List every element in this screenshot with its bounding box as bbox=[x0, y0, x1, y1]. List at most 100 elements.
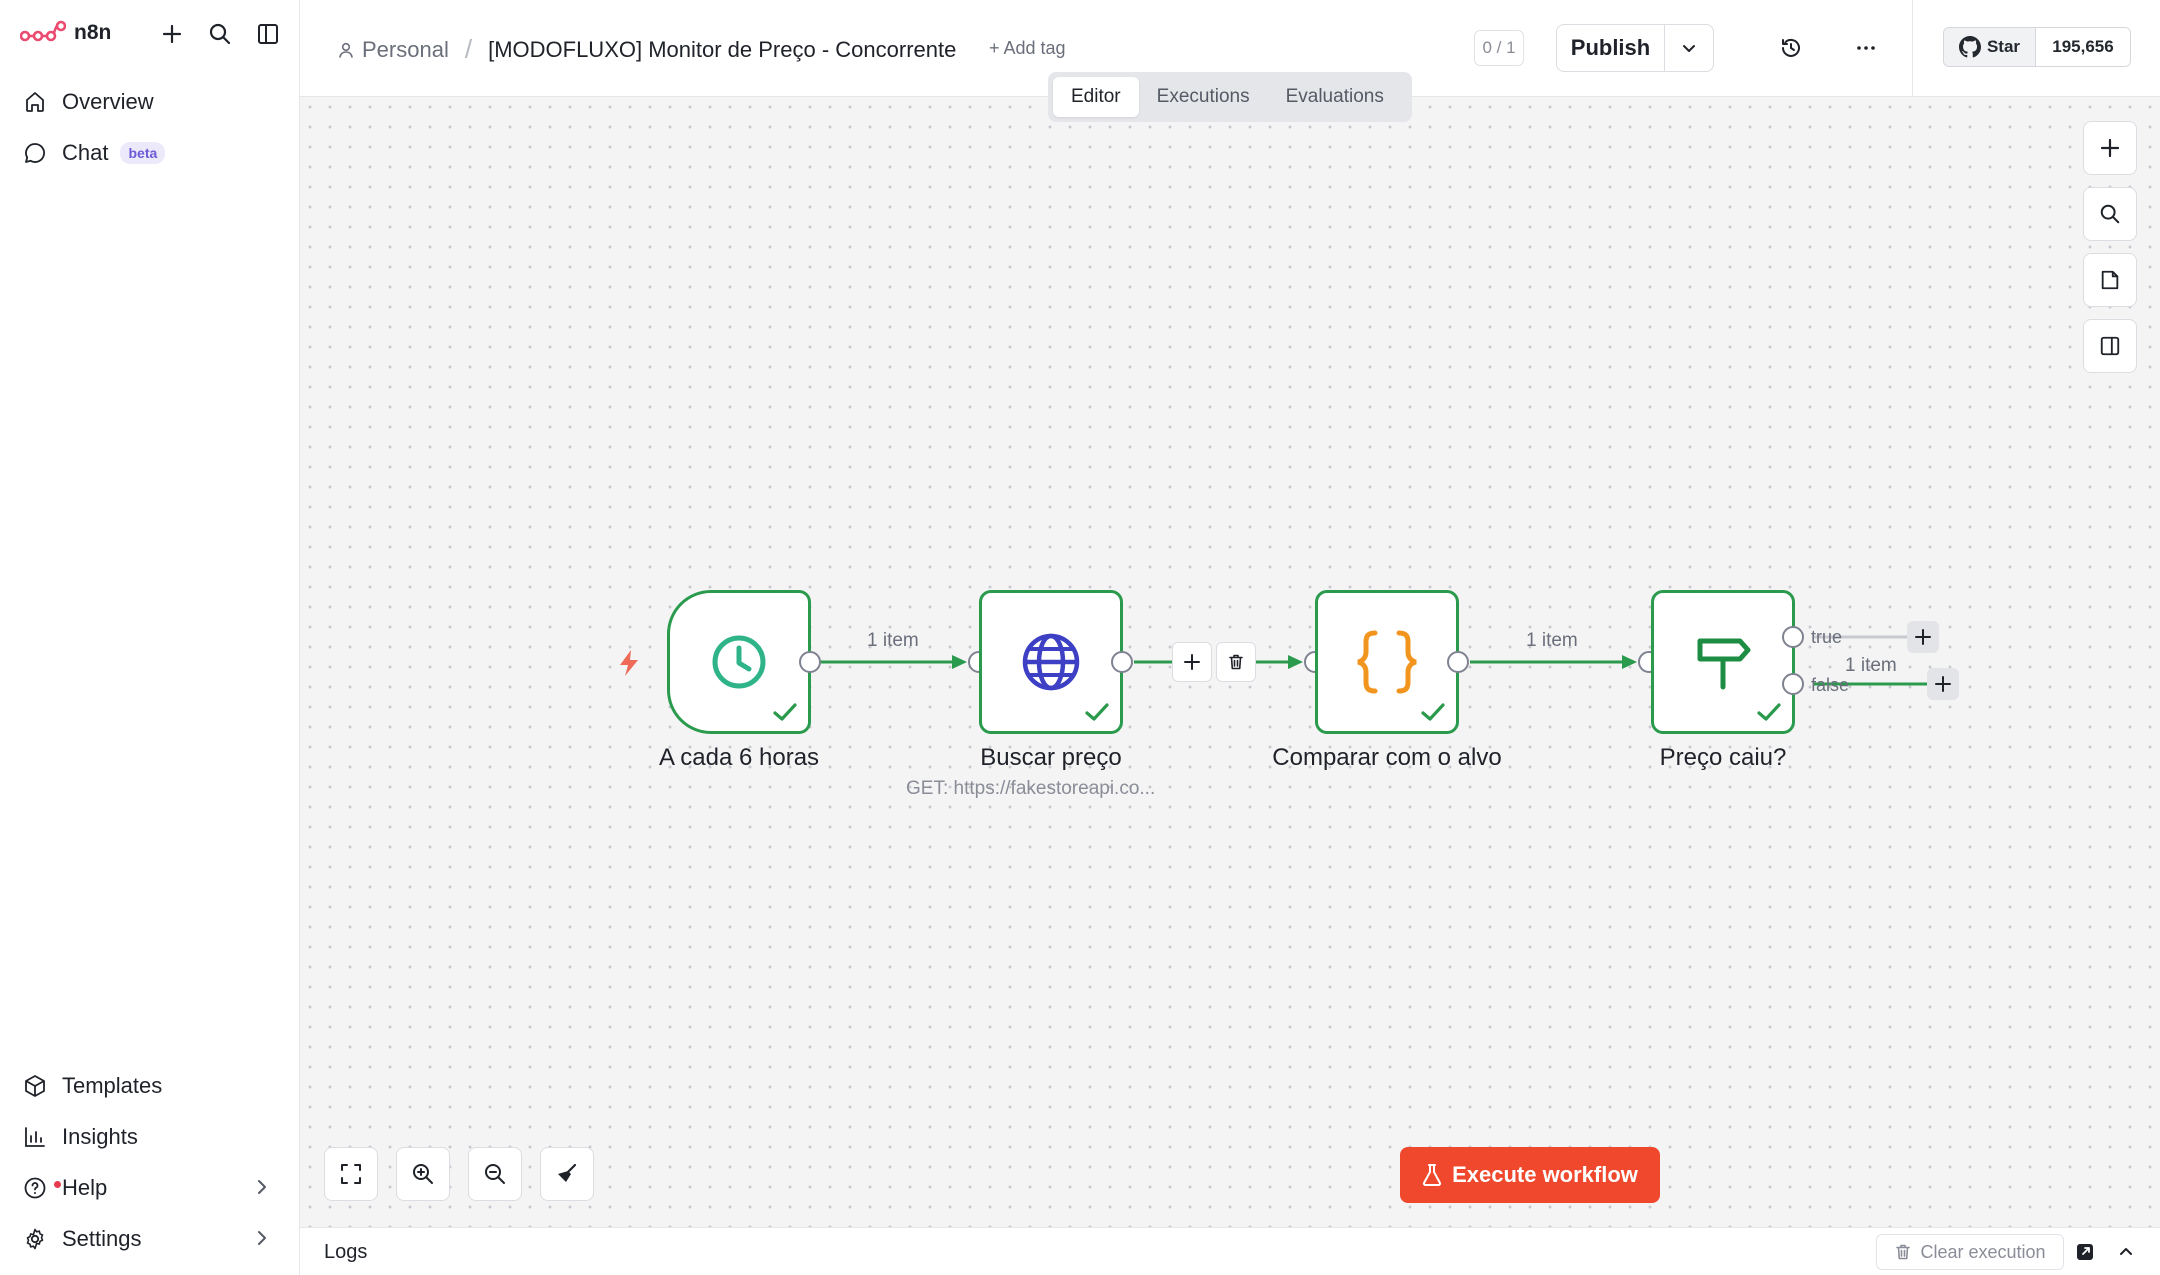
sidebar-item-settings[interactable]: Settings bbox=[12, 1216, 288, 1262]
output-handle[interactable] bbox=[799, 651, 821, 673]
logs-title[interactable]: Logs bbox=[324, 1241, 367, 1264]
node-label: A cada 6 horas bbox=[658, 744, 820, 771]
home-icon bbox=[22, 89, 48, 115]
clear-execution-button[interactable]: Clear execution bbox=[1876, 1234, 2064, 1270]
chevron-down-icon bbox=[1683, 45, 1695, 52]
publish-button[interactable]: Publish bbox=[1557, 25, 1665, 71]
publish-button-group: Publish bbox=[1556, 24, 1714, 72]
trash-icon bbox=[1229, 654, 1243, 670]
plus-icon bbox=[1935, 676, 1951, 692]
sidebar-item-label: Templates bbox=[62, 1073, 163, 1098]
publish-dropdown-button[interactable] bbox=[1665, 25, 1713, 71]
sidebar-item-templates[interactable]: Templates bbox=[12, 1063, 288, 1109]
edge-item-count: 1 item bbox=[1845, 655, 1897, 676]
globe-icon bbox=[1022, 633, 1080, 691]
breadcrumb-separator: / bbox=[464, 34, 473, 64]
node-subtitle: GET: https://fakestoreapi.co... bbox=[906, 778, 1156, 799]
output-handle-true[interactable] bbox=[1782, 626, 1804, 648]
project-name: Personal bbox=[362, 36, 449, 62]
plus-icon bbox=[1184, 654, 1200, 670]
execute-workflow-button[interactable]: Execute workflow bbox=[1400, 1147, 1660, 1203]
code-braces-icon bbox=[1357, 630, 1417, 694]
sidebar-item-insights[interactable]: Insights bbox=[12, 1114, 288, 1160]
n8n-logo[interactable]: n8n bbox=[20, 18, 111, 48]
flask-icon bbox=[1423, 1164, 1442, 1186]
collapse-sidebar-button[interactable] bbox=[252, 18, 284, 50]
plus-icon bbox=[1915, 629, 1931, 645]
node-schedule-trigger[interactable] bbox=[667, 590, 811, 734]
sidebar-item-label: Insights bbox=[62, 1124, 138, 1149]
logs-panel: Logs Clear execution bbox=[300, 1227, 2160, 1275]
insert-node-button[interactable] bbox=[1172, 642, 1212, 682]
github-star-widget: Star 195,656 bbox=[1943, 27, 2131, 67]
breadcrumb: Personal / [MODOFLUXO] Monitor de Preço … bbox=[337, 34, 956, 65]
github-icon bbox=[1958, 36, 1981, 58]
history-button[interactable] bbox=[1773, 30, 1809, 66]
zoom-in-icon bbox=[413, 1164, 433, 1184]
user-icon bbox=[339, 42, 353, 58]
success-check-icon bbox=[773, 703, 797, 721]
expand-logs-button[interactable] bbox=[2112, 1238, 2140, 1266]
sidebar-item-help[interactable]: Help bbox=[12, 1165, 288, 1211]
clock-icon bbox=[712, 635, 766, 689]
signpost-icon bbox=[1697, 638, 1751, 690]
box-icon bbox=[22, 1073, 48, 1099]
workflow-title[interactable]: [MODOFLUXO] Monitor de Preço - Concorren… bbox=[488, 37, 956, 63]
node-label: Comparar com o alvo bbox=[1272, 744, 1502, 771]
search-icon bbox=[209, 23, 231, 45]
ellipsis-icon bbox=[1857, 46, 1875, 50]
output-handle-false[interactable] bbox=[1782, 673, 1804, 695]
output-handle[interactable] bbox=[1447, 651, 1469, 673]
add-node-false-button[interactable] bbox=[1927, 668, 1959, 700]
sidebar-item-chat[interactable]: Chat beta bbox=[12, 130, 288, 176]
zoom-out-button[interactable] bbox=[468, 1147, 522, 1201]
github-star-label: Star bbox=[1986, 37, 2021, 56]
success-check-icon bbox=[1085, 703, 1109, 721]
workflow-canvas[interactable]: Editor Executions Evaluations A cada 6 h… bbox=[300, 72, 2160, 1227]
edge-item-count: 1 item bbox=[1526, 630, 1578, 651]
node-if[interactable] bbox=[1651, 590, 1795, 734]
header-divider bbox=[1912, 0, 1913, 97]
chat-icon bbox=[22, 140, 48, 166]
node-code[interactable] bbox=[1315, 590, 1459, 734]
search-button[interactable] bbox=[204, 18, 236, 50]
output-label-true: true bbox=[1811, 627, 1843, 647]
chevron-right-icon bbox=[252, 1177, 272, 1203]
node-http-request[interactable] bbox=[979, 590, 1123, 734]
node-label: Preço caiu? bbox=[1659, 744, 1787, 771]
chevron-up-icon bbox=[2120, 1248, 2132, 1255]
create-button[interactable] bbox=[156, 18, 188, 50]
zoom-out-icon bbox=[485, 1164, 505, 1184]
active-counter: 0 / 1 bbox=[1474, 30, 1524, 66]
chevron-right-icon bbox=[252, 1228, 272, 1254]
more-options-button[interactable] bbox=[1848, 30, 1884, 66]
popout-icon bbox=[2077, 1244, 2093, 1260]
trigger-bolt-icon bbox=[620, 650, 638, 676]
sidebar-item-label: Help bbox=[62, 1175, 108, 1200]
fit-view-button[interactable] bbox=[324, 1147, 378, 1201]
sidebar-item-label: Settings bbox=[62, 1226, 142, 1251]
zoom-in-button[interactable] bbox=[396, 1147, 450, 1201]
notification-dot bbox=[54, 1181, 61, 1188]
sidebar-panel-icon bbox=[258, 24, 278, 44]
github-star-count[interactable]: 195,656 bbox=[2036, 28, 2130, 66]
output-label-false: false bbox=[1811, 675, 1850, 695]
delete-connection-button[interactable] bbox=[1216, 642, 1256, 682]
popout-logs-button[interactable] bbox=[2071, 1238, 2099, 1266]
sidebar-item-overview[interactable]: Overview bbox=[12, 79, 288, 125]
history-icon bbox=[1782, 38, 1800, 57]
breadcrumb-project[interactable]: Personal bbox=[337, 37, 449, 63]
help-icon bbox=[22, 1175, 61, 1201]
clear-execution-label: Clear execution bbox=[1920, 1241, 2046, 1262]
edge-item-count: 1 item bbox=[867, 630, 919, 651]
plus-icon bbox=[162, 24, 182, 44]
github-star-button[interactable]: Star bbox=[1944, 28, 2036, 66]
output-handle[interactable] bbox=[1111, 651, 1133, 673]
gear-icon bbox=[22, 1226, 48, 1252]
sidebar-item-label: Overview bbox=[62, 89, 154, 114]
success-check-icon bbox=[1421, 703, 1445, 721]
add-node-true-button[interactable] bbox=[1907, 621, 1939, 653]
logo-text: n8n bbox=[74, 21, 112, 44]
add-tag-button[interactable]: + Add tag bbox=[989, 38, 1066, 59]
tidy-up-button[interactable] bbox=[540, 1147, 594, 1201]
